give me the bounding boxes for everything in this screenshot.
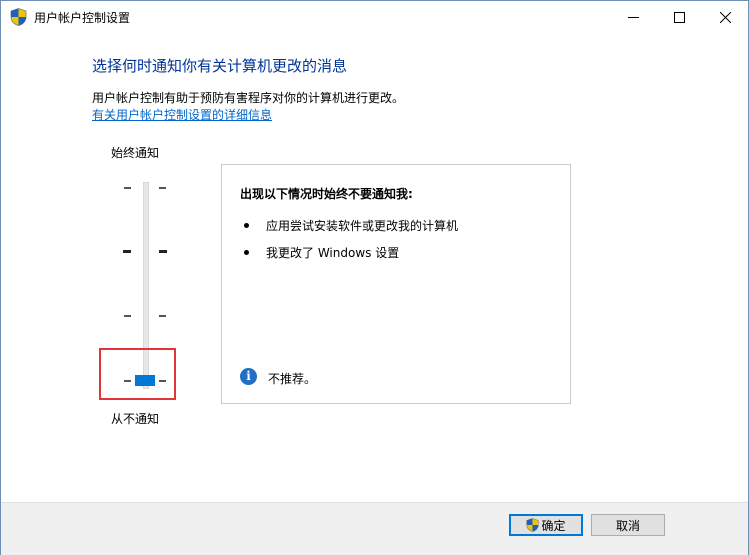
- slider-tick: [159, 250, 167, 253]
- slider-tick: [159, 187, 166, 189]
- more-info-link[interactable]: 有关用户帐户控制设置的详细信息: [92, 106, 272, 123]
- minimize-button[interactable]: [610, 1, 656, 33]
- window-title: 用户帐户控制设置: [34, 11, 131, 25]
- description-panel: 出现以下情况时始终不要通知我: 应用尝试安装软件或更改我的计算机 我更改了 Wi…: [221, 164, 571, 404]
- slider-tick: [124, 315, 131, 317]
- maximize-icon: [673, 11, 685, 23]
- slider-bottom-label: 从不通知: [111, 412, 160, 426]
- list-item-text: 应用尝试安装软件或更改我的计算机: [266, 219, 459, 233]
- slider-tick: [159, 315, 166, 317]
- page-description: 用户帐户控制有助于预防有害程序对你的计算机进行更改。: [92, 91, 405, 105]
- slider-top-label: 始终通知: [111, 146, 160, 160]
- cancel-button-label: 取消: [615, 518, 640, 533]
- ok-button[interactable]: 确定: [509, 514, 583, 536]
- bullet-icon: [244, 250, 249, 255]
- annotation-highlight-box: [99, 348, 176, 400]
- minimize-icon: [627, 16, 639, 18]
- page-heading: 选择何时通知你有关计算机更改的消息: [92, 57, 348, 75]
- title-bar: 用户帐户控制设置: [1, 1, 748, 33]
- info-icon: i: [240, 368, 257, 385]
- maximize-button[interactable]: [656, 1, 702, 33]
- ok-button-label: 确定: [541, 518, 566, 533]
- uac-shield-icon: [526, 518, 540, 532]
- close-button[interactable]: [702, 1, 748, 33]
- slider-tick: [123, 250, 131, 253]
- close-icon: [719, 11, 731, 23]
- bullet-icon: [244, 223, 249, 228]
- info-text: 不推荐。: [268, 372, 317, 386]
- uac-shield-icon: [10, 8, 27, 26]
- list-item-text: 我更改了 Windows 设置: [266, 246, 400, 260]
- uac-settings-window: 用户帐户控制设置 选择何时通知你有关计算机更改的消息 用户帐户控制有助于预防有害…: [0, 0, 749, 555]
- cancel-button[interactable]: 取消: [591, 514, 665, 536]
- slider-tick: [124, 187, 131, 189]
- panel-title: 出现以下情况时始终不要通知我:: [240, 187, 413, 201]
